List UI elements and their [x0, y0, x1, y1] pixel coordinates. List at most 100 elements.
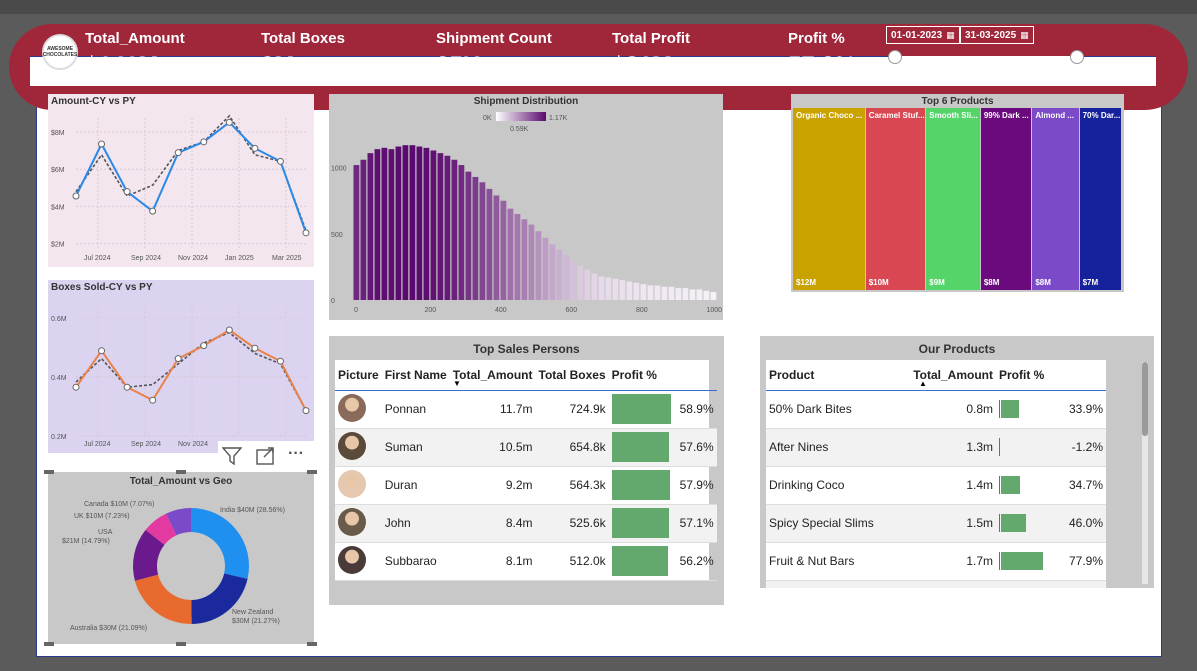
histogram-bar	[619, 280, 626, 300]
picture-cell	[335, 466, 382, 505]
treemap-block[interactable]: Caramel Stuf... $10M	[865, 108, 926, 290]
sort-asc-icon[interactable]: ▲	[919, 379, 927, 388]
histogram-bar	[591, 273, 598, 300]
col-profit-pct[interactable]: Profit %	[608, 360, 717, 391]
treemap-block[interactable]: Organic Choco ... $12M	[793, 108, 865, 290]
histogram-bar	[479, 182, 486, 300]
date-end-input[interactable]: 31-03-2025 ▦	[960, 26, 1034, 44]
x-tick-label: Mar 2025	[272, 255, 302, 262]
col-total-amount[interactable]: Total_Amount	[449, 360, 536, 391]
products-table: Product Total_Amount Profit % 50% Dark B…	[766, 360, 1106, 588]
x-tick-label: 1000	[707, 307, 723, 314]
resize-handle[interactable]	[307, 642, 317, 646]
histogram-bar	[661, 286, 668, 300]
scrollbar-thumb[interactable]	[1142, 362, 1148, 436]
slice-label: New Zealand	[232, 609, 273, 616]
profit-pct-cell: 57.9%	[608, 466, 717, 505]
histogram-bar	[647, 285, 654, 300]
product-cell: After Nines	[766, 428, 911, 467]
treemap-block[interactable]: Smooth Sli... $9M	[926, 108, 980, 290]
sort-desc-icon[interactable]: ▼	[453, 379, 461, 388]
col-picture[interactable]: Picture	[335, 360, 382, 391]
shipment-distribution-chart[interactable]: Shipment Distribution 0K 1.17K 0.59K 1000 50…	[329, 94, 723, 320]
table-row[interactable]: Suman 10.5m 654.8k 57.6%	[335, 428, 717, 467]
y-tick-label: $6M	[51, 167, 65, 174]
table-row[interactable]: Spicy Special Slims 1.5m 46.0%	[766, 504, 1106, 543]
date-slider-end-handle[interactable]	[1070, 50, 1084, 64]
total-amount-cell: 1.5m	[910, 504, 996, 543]
profit-databar	[611, 546, 668, 576]
resize-handle[interactable]	[176, 470, 186, 474]
table-row[interactable]: Ponnan 11.7m 724.9k 58.9%	[335, 390, 717, 429]
table-title: Top Sales Persons	[473, 342, 580, 356]
resize-handle[interactable]	[44, 642, 54, 646]
table-row[interactable]: After Nines 1.3m -1.2%	[766, 428, 1106, 467]
slice-label: $30M (21.27%)	[232, 618, 280, 625]
histogram-bar	[710, 292, 717, 300]
x-tick-label: 200	[425, 307, 437, 314]
legend-mid-label: 0.59K	[510, 126, 529, 133]
histogram-bar	[430, 150, 437, 300]
col-total-boxes[interactable]: Total Boxes	[535, 360, 609, 391]
treemap-block[interactable]: 70% Dar... $7M	[1079, 108, 1121, 290]
products-scrollbar[interactable]	[1142, 362, 1148, 584]
focus-mode-icon[interactable]	[256, 447, 276, 470]
kpi-label: Profit %	[788, 30, 845, 47]
histogram-bar	[605, 277, 612, 300]
resize-handle[interactable]	[44, 470, 54, 474]
boxes-cy-py-chart[interactable]: Boxes Sold-CY vs PY 0.6M 0.4M 0.2M Jul 2024…	[48, 280, 314, 453]
total-amount-cell: 1.3m	[910, 428, 996, 467]
table-row[interactable]: Duran 9.2m 564.3k 57.9%	[335, 466, 717, 505]
product-cell: Drinking Coco	[766, 466, 911, 505]
treemap-block[interactable]: 99% Dark ... $8M	[980, 108, 1032, 290]
treemap-block-value: $12M	[796, 278, 817, 287]
table-row[interactable]: Fruit & Nut Bars 1.7m 77.9%	[766, 542, 1106, 581]
calendar-icon[interactable]: ▦	[1020, 30, 1029, 41]
date-slider-track[interactable]	[895, 56, 1077, 58]
table-row[interactable]: Subbarao 8.1m 512.0k 56.2%	[335, 542, 717, 581]
kpi-value: $81M	[612, 52, 673, 79]
product-cell: Spicy Special Slims	[766, 504, 911, 543]
col-product[interactable]: Product	[766, 360, 911, 391]
profit-pct-cell: 46.0%	[996, 504, 1106, 543]
x-tick-label: 0	[354, 307, 358, 314]
table-row[interactable]: John 8.4m 525.6k 57.1%	[335, 504, 717, 543]
histogram-bar	[654, 285, 661, 300]
profit-databar	[1001, 552, 1044, 570]
histogram-bar	[514, 214, 521, 300]
histogram-bar	[542, 237, 549, 300]
date-start-value: 01-01-2023	[891, 29, 943, 41]
treemap-block-value: $9M	[929, 278, 945, 287]
histogram-bar	[535, 231, 542, 300]
histogram-bar	[416, 146, 423, 300]
col-first-name[interactable]: First Name	[381, 360, 450, 391]
total-amount-cell: 9.2m	[449, 466, 536, 505]
resize-handle[interactable]	[307, 470, 317, 474]
top-products-treemap[interactable]: Top 6 Products Organic Choco ... $12M Cara…	[791, 94, 1124, 292]
col-profit-pct[interactable]: Profit %	[996, 360, 1106, 391]
table-row[interactable]: Orange Choco1.7m77.4%	[766, 580, 1106, 588]
filter-icon[interactable]	[221, 447, 243, 470]
total-amount-cell: 1.7m	[910, 580, 996, 588]
table-row[interactable]: Drinking Coco 1.4m 34.7%	[766, 466, 1106, 505]
treemap-block-label: Smooth Sli...	[929, 111, 978, 120]
cy-data-point	[123, 188, 131, 196]
first-name-cell: Duran	[381, 466, 450, 505]
profit-value: 46.0%	[1068, 516, 1103, 530]
picture-cell	[335, 428, 382, 467]
geo-donut-chart[interactable]: Total_Amount vs Geo India $40M (28.56%) N…	[48, 472, 314, 644]
treemap-block[interactable]: Almond ... $8M	[1032, 108, 1079, 290]
histogram-svg: 0K 1.17K 0.59K 1000 500 0 0 200 400 600 800 1000	[331, 112, 723, 314]
date-slider-start-handle[interactable]	[888, 50, 902, 64]
table-row[interactable]: 50% Dark Bites 0.8m 33.9%	[766, 390, 1106, 429]
calendar-icon[interactable]: ▦	[946, 30, 955, 41]
amount-cy-py-chart[interactable]: Amount-CY vs PY $8M $6M $4M $2M Jul 2024 Sep …	[48, 94, 314, 267]
x-tick-label: 600	[566, 307, 578, 314]
resize-handle[interactable]	[176, 642, 186, 646]
kpi-value: 57.3%	[788, 52, 857, 79]
kpi-total-boxes: Total Boxes 9M	[261, 30, 345, 80]
histogram-bar	[626, 281, 633, 300]
more-options-icon[interactable]: ···	[288, 445, 304, 463]
date-start-input[interactable]: 01-01-2023 ▦	[886, 26, 960, 44]
kpi-profit-pct: Profit % 57.3%	[788, 30, 856, 80]
